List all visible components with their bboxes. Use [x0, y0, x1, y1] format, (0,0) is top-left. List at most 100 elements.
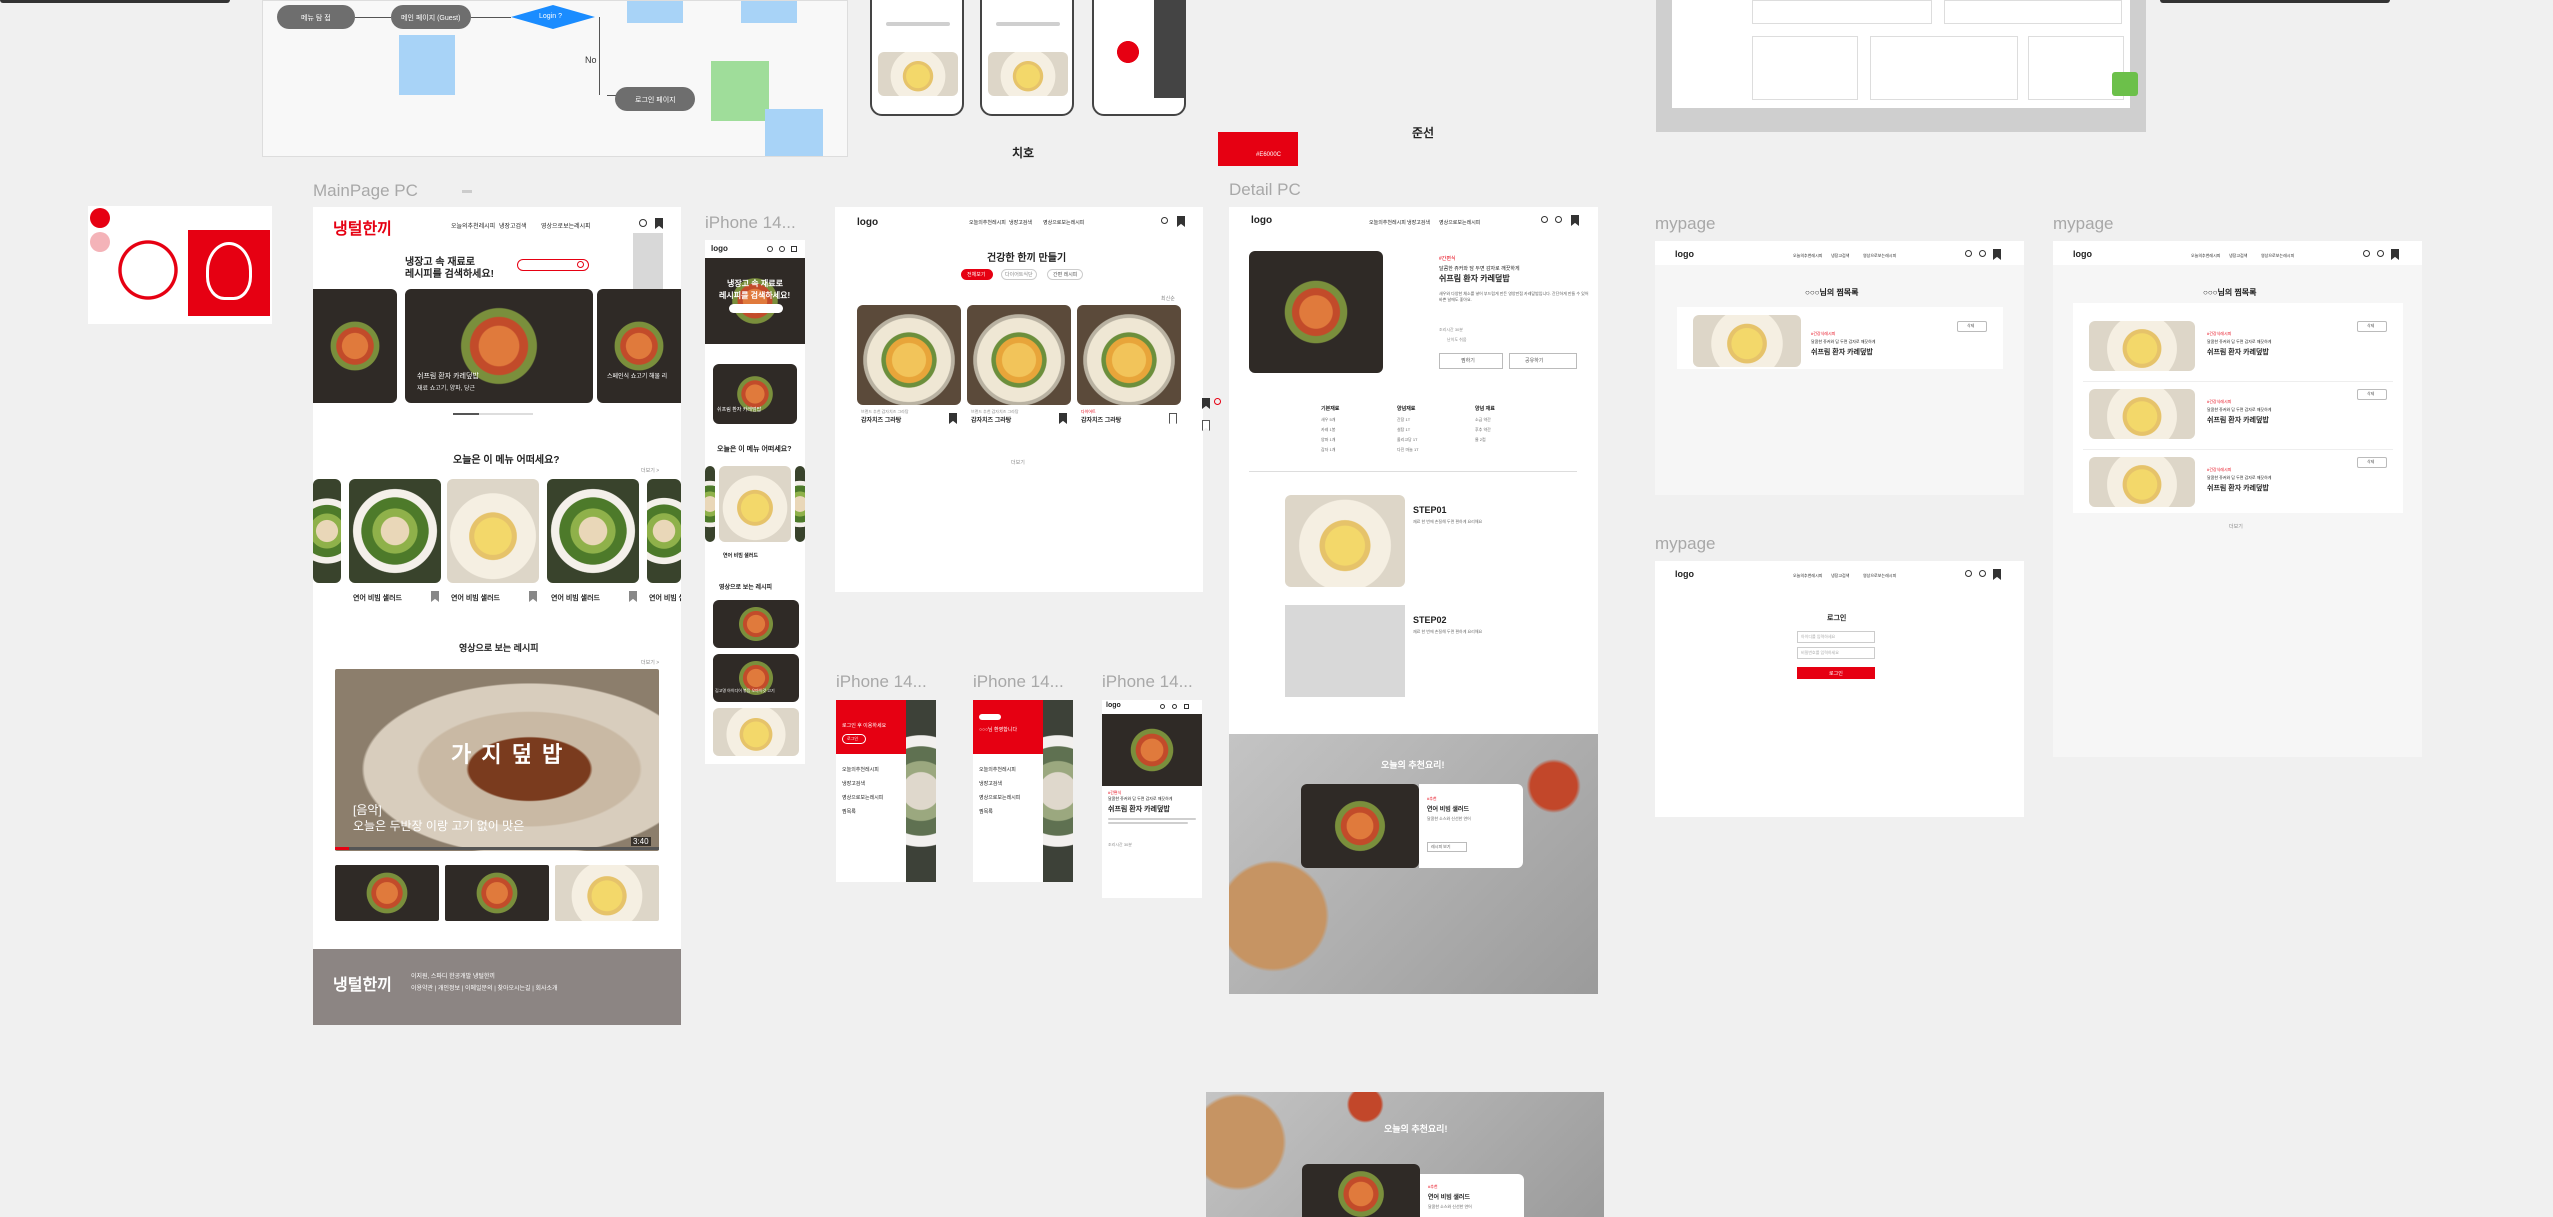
- user-icon[interactable]: [779, 246, 785, 252]
- side-bookmark-icon[interactable]: [1202, 398, 1210, 409]
- nav-item[interactable]: 오늘의추천레시피: [1793, 253, 1822, 259]
- iphone-video-thumb[interactable]: [713, 708, 799, 756]
- color-dot-red[interactable]: [90, 208, 110, 228]
- wishlist-image[interactable]: [2089, 389, 2195, 439]
- reco-image[interactable]: [1302, 1164, 1420, 1217]
- nav-item[interactable]: 영상으로보는레시피: [1043, 219, 1084, 226]
- bookmark-icon[interactable]: [1177, 216, 1185, 227]
- search-icon[interactable]: [2363, 250, 2370, 257]
- iphone-today-card[interactable]: [795, 466, 805, 542]
- iphone-today-card[interactable]: [719, 466, 791, 542]
- menu-icon[interactable]: [1184, 704, 1189, 709]
- nav-item[interactable]: 오늘의추천레시피: [451, 221, 495, 230]
- today-card-image[interactable]: [349, 479, 441, 583]
- sticky-note[interactable]: [765, 109, 823, 156]
- hero-card-right[interactable]: [597, 289, 681, 403]
- iphone-today-card[interactable]: [705, 466, 715, 542]
- menu-icon[interactable]: [791, 246, 797, 252]
- main-logo[interactable]: 냉털한끼: [333, 215, 392, 239]
- nav-item[interactable]: 오늘의추천레시피: [969, 219, 1006, 226]
- video-thumb[interactable]: [335, 865, 439, 921]
- mypage-logo[interactable]: logo: [2073, 249, 2092, 259]
- nav-item[interactable]: 냉장고검색: [499, 221, 527, 230]
- more-link[interactable]: 더보기 >: [641, 467, 659, 474]
- today-card-image[interactable]: [647, 479, 681, 583]
- user-icon[interactable]: [1979, 250, 1986, 257]
- sticky-note[interactable]: [741, 1, 797, 23]
- bookmark-icon[interactable]: [1059, 413, 1067, 424]
- reco-card[interactable]: #추천 연어 비빔 샐러드 달콤한 소스와 신선한 연어: [1420, 1174, 1524, 1217]
- menu-item[interactable]: 오늘의추천레시피: [842, 766, 879, 773]
- mypage-logo[interactable]: logo: [1675, 569, 1694, 579]
- iphone-video-thumb[interactable]: [713, 654, 799, 702]
- bookmark-icon[interactable]: [431, 591, 439, 602]
- nav-item[interactable]: 영상으로보는레시피: [1439, 219, 1480, 226]
- hero-card-left[interactable]: [313, 289, 397, 403]
- nav-item[interactable]: 냉장고검색: [1831, 573, 1849, 579]
- nav-item[interactable]: 오늘의추천레시피: [1369, 219, 1406, 226]
- recipe-card-image[interactable]: [857, 305, 961, 405]
- nav-item[interactable]: 영상으로보는레시피: [2261, 253, 2294, 259]
- bookmark-icon[interactable]: [529, 591, 537, 602]
- side-search-icon[interactable]: [1214, 398, 1221, 405]
- color-dot-pink[interactable]: [90, 232, 110, 252]
- iphone-video-thumb[interactable]: [713, 600, 799, 648]
- nav-item[interactable]: 냉장고검색: [1831, 253, 1849, 259]
- iphone-logo[interactable]: logo: [711, 244, 728, 253]
- iphone-logo[interactable]: logo: [1106, 702, 1121, 709]
- reco-image[interactable]: [1301, 784, 1419, 868]
- menu-item[interactable]: 찜목록: [979, 808, 993, 815]
- list-logo[interactable]: logo: [857, 217, 878, 228]
- bookmark-icon[interactable]: [655, 218, 663, 229]
- bookmark-icon[interactable]: [1571, 215, 1579, 226]
- search-icon[interactable]: [577, 261, 584, 268]
- recipe-card-image[interactable]: [1077, 305, 1181, 405]
- search-icon[interactable]: [1160, 704, 1165, 709]
- mypage-logo[interactable]: logo: [1675, 249, 1694, 259]
- side-bookmark-icon[interactable]: [1202, 420, 1210, 431]
- wishlist-image[interactable]: [2089, 457, 2195, 507]
- menu-item[interactable]: 영상으로보는레시피: [979, 794, 1020, 801]
- user-icon[interactable]: [639, 219, 647, 227]
- menu-item[interactable]: 영상으로보는레시피: [842, 794, 883, 801]
- wishlist-image[interactable]: [2089, 321, 2195, 371]
- user-icon[interactable]: [1979, 570, 1986, 577]
- nav-item[interactable]: 오늘의추천레시피: [1793, 573, 1822, 579]
- iphone-search-input[interactable]: [729, 304, 783, 313]
- footer-links[interactable]: 이용약관 | 개인정보 | 이메일문의 | 찾아오시는길 | 회사소개: [411, 983, 558, 992]
- search-icon[interactable]: [1541, 216, 1548, 223]
- today-card-image[interactable]: [313, 479, 341, 583]
- video-player[interactable]: 가 지 덮 밥 [음악] 오늘은 두반장 이랑 고기 없이 맛은 3:40: [335, 669, 659, 851]
- reco-card[interactable]: #추천 연어 비빔 샐러드 달콤한 소스와 신선한 연어 레시피 보기: [1419, 784, 1523, 868]
- nav-item[interactable]: 오늘의추천레시피: [2191, 253, 2220, 259]
- detail-logo[interactable]: logo: [1251, 215, 1272, 226]
- video-thumb[interactable]: [445, 865, 549, 921]
- green-badge[interactable]: [2112, 72, 2138, 96]
- bookmark-icon[interactable]: [629, 591, 637, 602]
- nav-item[interactable]: 영상으로보는레시피: [541, 221, 591, 230]
- menu-item[interactable]: 오늘의추천레시피: [979, 766, 1016, 773]
- menu-item[interactable]: 찜목록: [842, 808, 856, 815]
- nav-item[interactable]: 영상으로보는레시피: [1863, 253, 1896, 259]
- nav-item[interactable]: 냉장고검색: [1407, 219, 1430, 226]
- iphone-hero[interactable]: [705, 258, 805, 344]
- more-link[interactable]: 더보기: [1011, 459, 1025, 466]
- bookmark-icon[interactable]: [949, 413, 957, 424]
- menu-item[interactable]: 냉장고검색: [979, 780, 1002, 787]
- sticky-note[interactable]: [399, 35, 455, 95]
- search-icon[interactable]: [1965, 570, 1972, 577]
- nav-item[interactable]: 영상으로보는레시피: [1863, 573, 1896, 579]
- more-link[interactable]: 더보기 >: [641, 659, 659, 666]
- menu-item[interactable]: 냉장고검색: [842, 780, 865, 787]
- sticky-note[interactable]: [627, 1, 683, 23]
- bookmark-icon[interactable]: [1169, 413, 1177, 424]
- video-progress[interactable]: [335, 847, 659, 850]
- video-thumb[interactable]: [555, 865, 659, 921]
- more-link[interactable]: 더보기: [2229, 523, 2243, 530]
- recipe-card-image[interactable]: [967, 305, 1071, 405]
- today-card-image[interactable]: [447, 479, 539, 583]
- nav-item[interactable]: 냉장고검색: [2229, 253, 2247, 259]
- search-icon[interactable]: [767, 246, 773, 252]
- search-icon[interactable]: [1965, 250, 1972, 257]
- user-icon[interactable]: [1172, 704, 1177, 709]
